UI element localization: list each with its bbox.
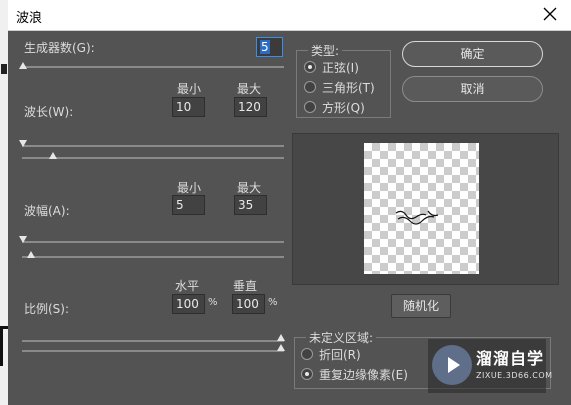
amplitude-max-slider-thumb[interactable]: [19, 236, 27, 243]
background-canvas: [0, 0, 8, 405]
wavelength-min-input[interactable]: 10: [172, 97, 205, 117]
scale-vertical-input[interactable]: 100: [232, 294, 265, 314]
generators-slider-thumb[interactable]: [19, 62, 27, 69]
preview-panel: [292, 133, 559, 285]
scale-vertical-unit: %: [268, 297, 278, 308]
radio-triangle[interactable]: [304, 81, 316, 93]
wavelength-min-slider-thumb[interactable]: [49, 152, 57, 159]
title-bar: 波浪: [8, 0, 571, 31]
canvas-artwork: [0, 326, 8, 366]
play-logo-icon: [432, 345, 472, 385]
watermark-url: ZIXUE.3D66.COM: [476, 371, 553, 380]
radio-wrap-around[interactable]: [301, 348, 313, 360]
scale-horizontal-slider-track[interactable]: [22, 340, 284, 342]
cancel-button[interactable]: 取消: [402, 76, 543, 102]
wavelength-max-slider-thumb[interactable]: [19, 140, 27, 147]
amplitude-min-input[interactable]: 5: [172, 195, 205, 215]
radio-repeat-edge-label[interactable]: 重复边缘像素(E): [319, 366, 408, 383]
wavelength-min-slider-track[interactable]: [22, 157, 284, 159]
radio-triangle-label[interactable]: 三角形(T): [322, 79, 375, 96]
amplitude-min-header: 最小: [176, 181, 201, 195]
scale-horizontal-input[interactable]: 100: [172, 294, 205, 314]
dialog-title: 波浪: [16, 11, 43, 26]
watermark: 溜溜自学 ZIXUE.3D66.COM: [428, 339, 552, 393]
scale-vertical-slider-track[interactable]: [22, 350, 284, 352]
amplitude-max-header: 最大: [236, 181, 261, 195]
canvas-artwork: [1, 64, 7, 74]
scale-horizontal-header: 水平: [174, 279, 199, 293]
generators-label: 生成器数(G):: [24, 41, 95, 55]
radio-wrap-around-label[interactable]: 折回(R): [319, 346, 361, 363]
scale-vertical-slider-thumb[interactable]: [277, 344, 285, 351]
radio-square-label[interactable]: 方形(Q): [322, 99, 365, 116]
radio-repeat-edge[interactable]: [301, 368, 313, 380]
wavelength-max-header: 最大: [236, 82, 261, 96]
radio-sine-label[interactable]: 正弦(I): [322, 59, 359, 76]
randomize-button[interactable]: 随机化: [391, 294, 451, 318]
scale-horizontal-slider-thumb[interactable]: [277, 334, 285, 341]
generators-value: 5: [260, 40, 270, 54]
wave-dialog: 波浪 生成器数(G): 5 最小 最大 波长(W): 10 120 最小 最大 …: [8, 0, 571, 405]
generators-input[interactable]: 5: [256, 37, 283, 57]
amplitude-min-slider-thumb[interactable]: [27, 251, 35, 258]
ok-button[interactable]: 确定: [402, 41, 543, 67]
type-legend: 类型:: [308, 42, 343, 59]
wavelength-max-input[interactable]: 120: [234, 97, 267, 117]
radio-sine[interactable]: [304, 61, 316, 73]
radio-square[interactable]: [304, 101, 316, 113]
undefined-area-legend: 未定义区域:: [306, 329, 377, 346]
scale-horizontal-unit: %: [208, 297, 218, 308]
close-icon[interactable]: [541, 5, 559, 23]
wavelength-max-slider-track[interactable]: [22, 145, 284, 147]
amplitude-label: 波幅(A):: [24, 204, 70, 218]
generators-slider-track[interactable]: [22, 66, 284, 68]
amplitude-max-slider-track[interactable]: [22, 241, 284, 243]
scale-vertical-header: 垂直: [232, 279, 257, 293]
amplitude-min-slider-track[interactable]: [22, 256, 284, 258]
scale-label: 比例(S):: [24, 302, 70, 316]
preview-wave-graphic: [395, 210, 439, 225]
preview-image: [364, 143, 479, 274]
wavelength-min-header: 最小: [176, 82, 201, 96]
wavelength-label: 波长(W):: [24, 105, 74, 119]
watermark-title: 溜溜自学: [476, 349, 545, 368]
amplitude-max-input[interactable]: 35: [234, 195, 267, 215]
